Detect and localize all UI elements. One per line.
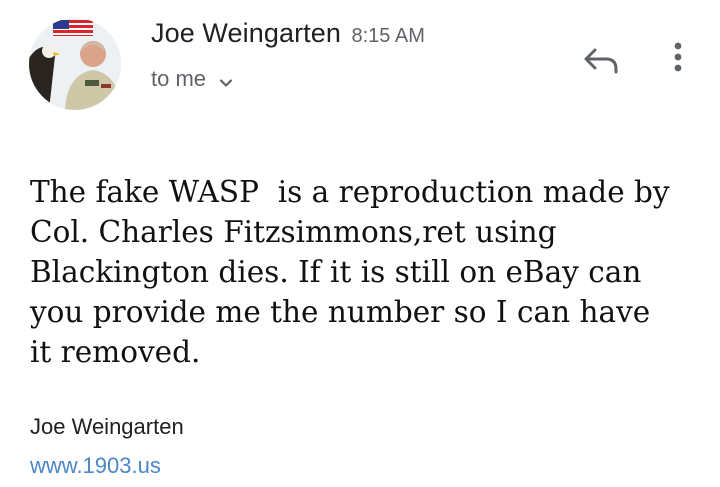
sender-avatar[interactable] — [29, 18, 121, 110]
avatar-photo — [29, 18, 121, 110]
recipient-details-toggle[interactable]: to me — [151, 66, 234, 92]
signature-website-link[interactable]: www.1903.us — [30, 453, 161, 479]
reply-button[interactable] — [580, 40, 622, 82]
signature-name: Joe Weingarten — [30, 414, 184, 439]
reply-arrow-icon — [584, 48, 618, 74]
message-header: Joe Weingarten 8:15 AM to me — [0, 0, 720, 130]
sent-time: 8:15 AM — [351, 25, 425, 47]
more-vert-icon — [674, 42, 682, 72]
sender-name[interactable]: Joe Weingarten — [151, 18, 341, 48]
chevron-down-icon — [218, 71, 234, 87]
more-options-button[interactable] — [660, 38, 696, 80]
recipient-label: to me — [151, 66, 207, 91]
message-body: The fake WASP is a reproduction made by … — [30, 175, 670, 369]
sender-line: Joe Weingarten 8:15 AM — [151, 18, 425, 49]
